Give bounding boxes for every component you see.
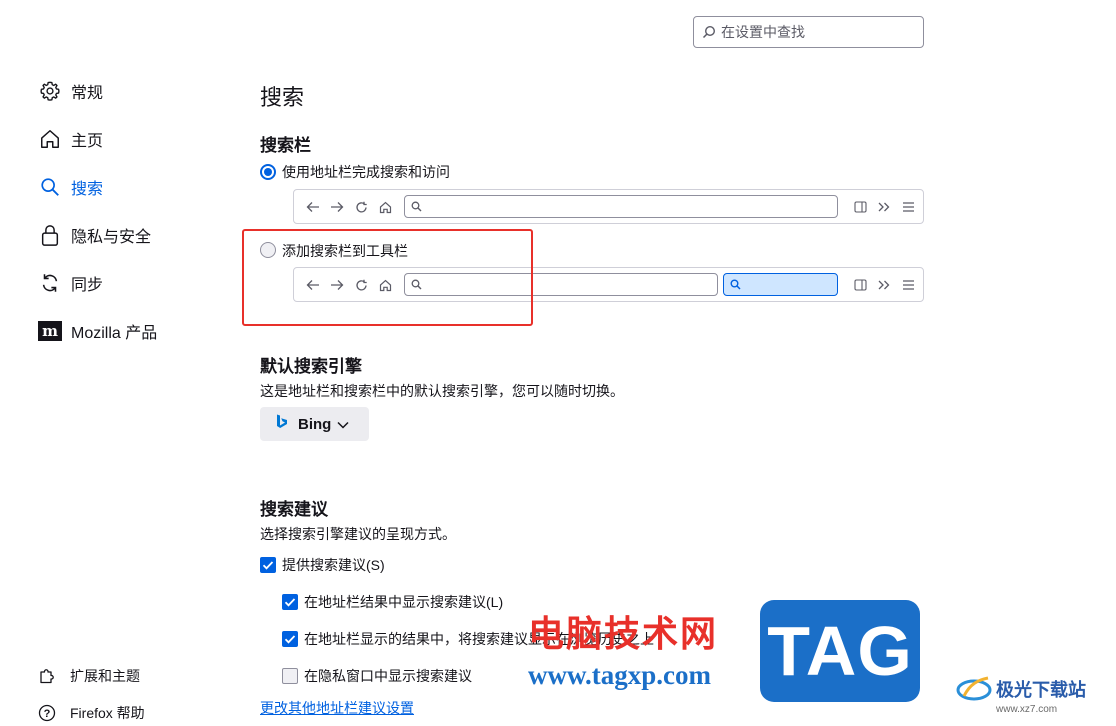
gear-icon — [38, 79, 62, 103]
sidebar-item-privacy[interactable]: 隐私与安全 — [38, 221, 151, 249]
suggestions-heading: 搜索建议 — [260, 500, 328, 519]
checkbox-label[interactable]: 在地址栏结果中显示搜索建议(L) — [304, 592, 503, 612]
checkbox-label[interactable]: 提供搜索建议(S) — [282, 555, 385, 575]
sync-icon — [38, 271, 62, 295]
overflow-icon — [877, 199, 891, 215]
sidebar-item-search[interactable]: 搜索 — [38, 173, 103, 201]
search-icon — [702, 25, 716, 39]
page-title: 搜索 — [260, 85, 305, 110]
urlbar-preview — [404, 195, 838, 218]
home-icon — [376, 199, 394, 215]
footer-label: Firefox 帮助 — [70, 705, 145, 721]
sidebar-toggle-icon — [853, 277, 867, 293]
default-engine-description: 这是地址栏和搜索栏中的默认搜索引擎，您可以随时切换。 — [260, 383, 624, 399]
search-icon — [38, 175, 62, 199]
sidebar-item-sync[interactable]: 同步 — [38, 269, 103, 297]
menu-icon — [901, 199, 915, 215]
watermark-cn-text: 电脑技术网 — [528, 614, 719, 655]
sidebar-item-home[interactable]: 主页 — [38, 125, 103, 153]
search-placeholder: 在设置中查找 — [721, 24, 805, 40]
forward-icon — [328, 199, 346, 215]
engine-name: Bing — [298, 415, 332, 433]
aurora-logo-icon — [956, 676, 992, 701]
watermark-tag-logo: TAG — [760, 600, 920, 702]
lock-icon — [38, 223, 62, 247]
sidebar-item-label: 同步 — [71, 277, 104, 294]
site-name: 极光下载站 — [996, 680, 1086, 701]
svg-text:m: m — [42, 322, 58, 340]
sidebar-item-label: 主页 — [71, 133, 104, 150]
searchbar-preview — [723, 273, 838, 296]
checkbox-label[interactable]: 在隐私窗口中显示搜索建议 — [304, 666, 472, 686]
default-engine-dropdown[interactable]: Bing — [260, 407, 369, 441]
help-icon: ? — [38, 704, 56, 722]
reload-icon — [352, 199, 370, 215]
menu-icon — [901, 277, 915, 293]
settings-search-input[interactable]: 在设置中查找 — [693, 16, 924, 48]
bing-icon — [276, 414, 288, 434]
back-icon — [304, 199, 322, 215]
suggestions-description: 选择搜索引擎建议的呈现方式。 — [260, 526, 456, 542]
extensions-themes-link[interactable]: 扩展和主题 — [38, 666, 140, 686]
searchbar-heading: 搜索栏 — [260, 136, 311, 155]
home-icon — [38, 127, 62, 151]
search-icon — [411, 201, 422, 212]
highlight-annotation-box — [242, 229, 533, 326]
toolbar-preview-urlbar — [293, 189, 924, 224]
radio-urlbar-label[interactable]: 使用地址栏完成搜索和访问 — [282, 162, 450, 182]
mozilla-icon: m — [38, 319, 62, 343]
watermark-site-logo: 极光下载站 www.xz7.com — [956, 674, 1086, 715]
sidebar-item-label: 常规 — [71, 85, 104, 102]
site-url: www.xz7.com — [996, 704, 1058, 715]
search-icon — [730, 279, 741, 290]
puzzle-icon — [38, 667, 56, 685]
footer-label: 扩展和主题 — [70, 668, 140, 684]
svg-text:?: ? — [44, 708, 51, 720]
default-engine-heading: 默认搜索引擎 — [260, 357, 362, 376]
checkbox-urlbar-suggestions[interactable] — [282, 594, 298, 610]
sidebar-item-label: Mozilla 产品 — [71, 325, 158, 342]
checkbox-private-suggestions[interactable] — [282, 668, 298, 684]
overflow-icon — [877, 277, 891, 293]
chevron-down-icon — [337, 416, 349, 433]
sidebar-item-label: 搜索 — [71, 181, 104, 198]
sidebar-item-mozilla[interactable]: m Mozilla 产品 — [38, 317, 157, 345]
watermark-url: www.tagxp.com — [528, 660, 711, 690]
firefox-help-link[interactable]: ? Firefox 帮助 — [38, 703, 145, 723]
sidebar-item-label: 隐私与安全 — [71, 229, 152, 246]
sidebar-item-general[interactable]: 常规 — [38, 77, 103, 105]
checkbox-provide-suggestions[interactable] — [260, 557, 276, 573]
change-urlbar-suggestions-link[interactable]: 更改其他地址栏建议设置 — [260, 698, 414, 718]
radio-urlbar[interactable] — [260, 164, 276, 180]
sidebar-toggle-icon — [853, 199, 867, 215]
checkbox-suggestions-above-history[interactable] — [282, 631, 298, 647]
